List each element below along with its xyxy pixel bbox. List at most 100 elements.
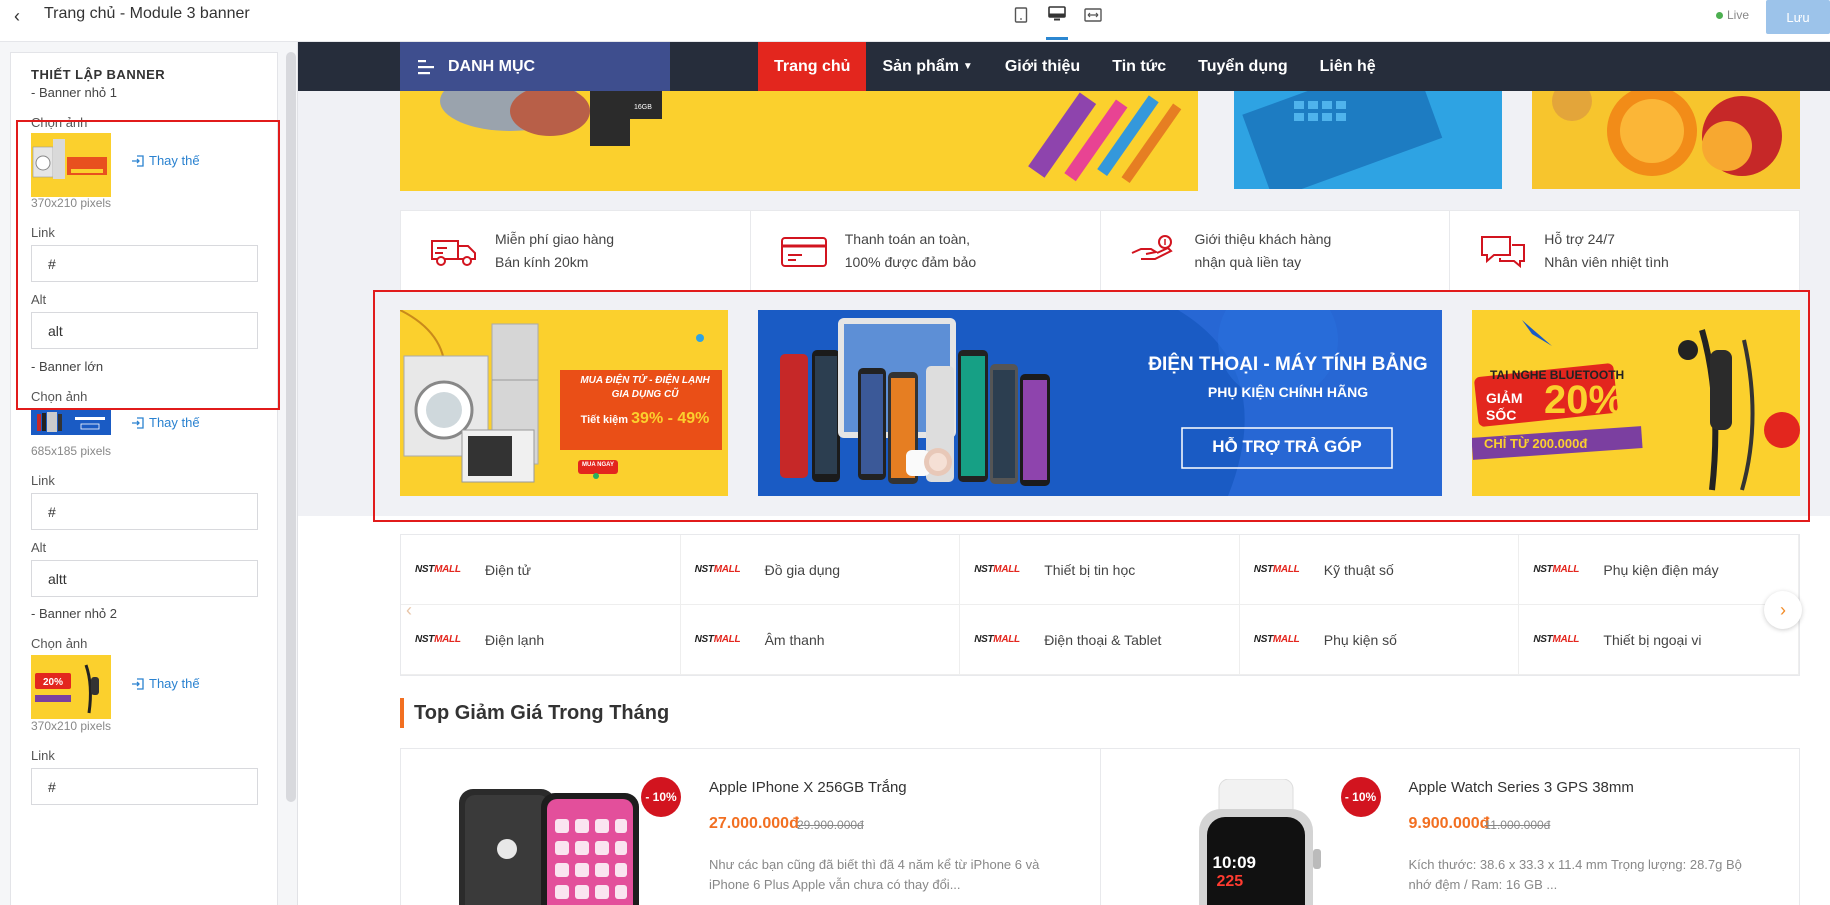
- product-price: 9.900.000đ: [1408, 815, 1490, 832]
- chevron-down-icon: ▼: [962, 61, 973, 72]
- product-image[interactable]: [441, 779, 641, 905]
- category-label: Điện thoại & Tablet: [1044, 631, 1162, 648]
- category-item[interactable]: NSTMALL Đồ gia dụng: [680, 535, 961, 605]
- category-label: Điện lạnh: [485, 631, 545, 648]
- service-item: Giới thiệu khách hàng nhận quà liền tay: [1101, 211, 1451, 291]
- category-item[interactable]: NSTMALL Phụ kiện số: [1239, 605, 1520, 675]
- category-menu-button[interactable]: DANH MỤC: [400, 42, 670, 91]
- category-label: Kỹ thuật số: [1323, 561, 1394, 578]
- tablet-view-icon[interactable]: [1010, 4, 1032, 26]
- product-price: 27.000.000đ: [709, 815, 799, 832]
- brand-logo: NSTMALL: [1253, 634, 1300, 645]
- truck-icon: [431, 240, 476, 266]
- service-line2: Bán kính 20km: [495, 254, 589, 270]
- nav-item-products[interactable]: Sản phẩm ▼: [866, 42, 988, 91]
- panel-heading: THIẾT LẬP BANNER: [31, 67, 166, 82]
- brand-logo: NSTMALL: [415, 564, 461, 575]
- import-icon: [132, 677, 144, 690]
- category-label: Thiết bị tin học: [1044, 561, 1136, 578]
- nav-item-contact[interactable]: Liên hệ: [1304, 42, 1392, 91]
- nav-item-label: Liên hệ: [1319, 57, 1376, 75]
- service-line1: Miễn phí giao hàng: [495, 231, 615, 247]
- nav-item-careers[interactable]: Tuyển dụng: [1182, 42, 1303, 91]
- carousel-prev-icon[interactable]: ‹: [406, 600, 412, 621]
- product-description: Như các bạn cũng đã biết thì đã 4 năm kể…: [709, 857, 1040, 892]
- product-name[interactable]: Apple Watch Series 3 GPS 38mm: [1409, 779, 1634, 796]
- device-switch: [1010, 4, 1104, 40]
- brand-logo: NSTMALL: [974, 564, 1020, 575]
- category-item[interactable]: NSTMALL Âm thanh: [680, 605, 961, 675]
- product-old-price: 11.000.000đ: [1484, 818, 1551, 832]
- banner-small-2-link-input[interactable]: [31, 768, 258, 805]
- nav-item-label: Trang chủ: [774, 57, 851, 75]
- service-line2: nhận quà liền tay: [1194, 254, 1302, 270]
- panel-scrollbar[interactable]: [286, 52, 296, 802]
- main-nav: DANH MỤC Trang chủ Sản phẩm ▼ Giới thiệu …: [298, 42, 1830, 91]
- service-item: Miễn phí giao hàng Bán kính 20km: [401, 211, 751, 291]
- banner-small-1-section: - Banner nhỏ 1: [31, 85, 118, 100]
- services-row: Miễn phí giao hàng Bán kính 20km Thanh to…: [400, 210, 1800, 292]
- menu-icon: [418, 59, 434, 74]
- discount-badge: - 10%: [641, 777, 681, 817]
- banner-large-alt-label: Alt: [31, 540, 47, 555]
- credit-card-icon: [780, 237, 827, 267]
- banner-large-link-input[interactable]: [31, 493, 258, 530]
- nav-item-about[interactable]: Giới thiệu: [989, 42, 1096, 91]
- product-old-price: 29.900.000đ: [797, 818, 864, 832]
- product-description: Kích thước: 38.6 x 33.3 x 11.4 mm Trọng …: [1408, 857, 1742, 892]
- service-line1: Giới thiệu khách hàng: [1194, 231, 1332, 247]
- banner-large-size: 685x185 pixels: [31, 444, 112, 458]
- banner-small-2-replace-button[interactable]: Thay thế: [131, 676, 200, 691]
- banner-large-link-label: Link: [31, 473, 55, 488]
- save-button[interactable]: Lưu: [1766, 0, 1830, 34]
- category-label: Đồ gia dụng: [764, 561, 841, 578]
- nav-item-news[interactable]: Tin tức: [1096, 42, 1182, 91]
- highlight-banner-module: [373, 290, 1810, 522]
- banner-small-2-link-label: Link: [31, 748, 55, 763]
- product-card[interactable]: - 10% Apple IPhone X 256GB Trắng 27.000.…: [401, 749, 1101, 905]
- hero-mid-banner[interactable]: [1234, 91, 1502, 189]
- chat-icon: [1481, 236, 1526, 269]
- nav-items: Trang chủ Sản phẩm ▼ Giới thiệu Tin tức T…: [758, 42, 1392, 91]
- product-card[interactable]: 10:09 225 - 10% Apple Watch Series 3 GPS…: [1101, 749, 1800, 905]
- banner-large-thumbnail[interactable]: [31, 409, 111, 435]
- category-menu-label: DANH MỤC: [448, 57, 536, 75]
- editor-topbar: ‹ Trang chủ - Module 3 banner Live Lưu: [0, 0, 1830, 42]
- category-item[interactable]: NSTMALL Thiết bị tin học: [960, 535, 1240, 605]
- nav-item-label: Tin tức: [1112, 57, 1167, 75]
- brand-logo: NSTMALL: [1533, 564, 1580, 575]
- banner-small-2-section: - Banner nhỏ 2: [31, 606, 118, 621]
- hero-main-banner[interactable]: 16GB: [400, 91, 1198, 191]
- nav-item-home[interactable]: Trang chủ: [758, 42, 867, 91]
- hand-coin-icon: [1131, 235, 1173, 260]
- watch-time: 10:09: [1212, 853, 1256, 872]
- section-title: Top Giảm Giá Trong Tháng: [400, 698, 669, 728]
- editor-title: Trang chủ - Module 3 banner: [44, 5, 250, 22]
- category-item[interactable]: NSTMALL Điện lạnh: [401, 605, 681, 675]
- service-line1: Hỗ trợ 24/7: [1544, 231, 1615, 247]
- category-item[interactable]: NSTMALL Phụ kiện điện máy: [1519, 535, 1799, 605]
- category-item[interactable]: NSTMALL Thiết bị ngoại vi: [1519, 605, 1799, 675]
- category-item[interactable]: NSTMALL Điện tử: [401, 535, 681, 605]
- category-item[interactable]: NSTMALL Điện thoại & Tablet: [960, 605, 1240, 675]
- watch-value: 225: [1216, 873, 1244, 890]
- category-item[interactable]: NSTMALL Kỹ thuật số: [1239, 535, 1520, 605]
- category-label: Điện tử: [485, 561, 531, 578]
- brand-logo: NSTMALL: [974, 634, 1020, 645]
- live-status: Live: [1716, 8, 1749, 22]
- carousel-next-icon[interactable]: ›: [1764, 591, 1802, 629]
- svg-text:20%: 20%: [43, 677, 63, 688]
- fullwidth-view-icon[interactable]: [1082, 4, 1104, 26]
- banner-small-2-thumbnail[interactable]: 20%: [31, 655, 111, 719]
- product-name[interactable]: Apple IPhone X 256GB Trắng: [709, 779, 907, 796]
- back-icon[interactable]: ‹: [14, 6, 20, 27]
- brand-logo: NSTMALL: [694, 564, 741, 575]
- banner-large-alt-input[interactable]: [31, 560, 258, 597]
- banner-large-replace-button[interactable]: Thay thế: [131, 415, 200, 430]
- svg-text:16GB: 16GB: [634, 104, 652, 111]
- hero-right-banner[interactable]: [1532, 91, 1800, 189]
- desktop-view-icon[interactable]: [1046, 4, 1068, 40]
- brand-logo: NSTMALL: [694, 634, 741, 645]
- service-item: Thanh toán an toàn, 100% được đảm bảo: [751, 211, 1101, 291]
- discount-badge: - 10%: [1340, 777, 1381, 817]
